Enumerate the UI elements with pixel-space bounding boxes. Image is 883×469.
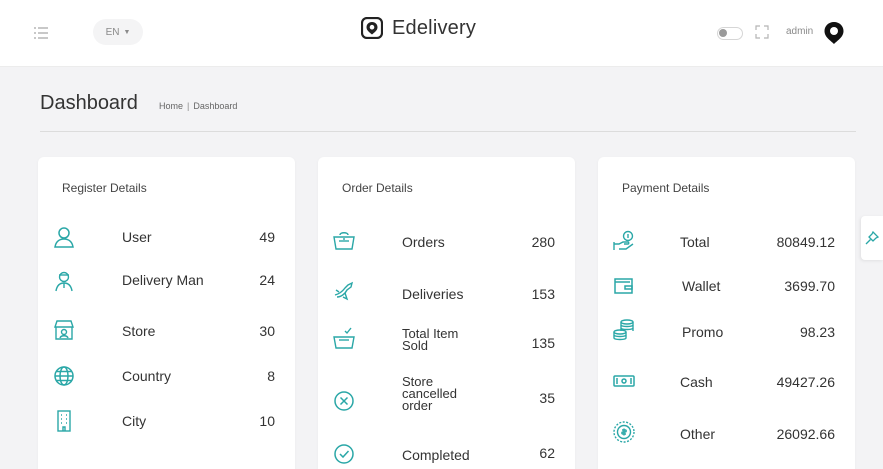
breadcrumb: Home | Dashboard	[159, 101, 237, 111]
hamburger-menu-icon	[34, 27, 48, 39]
row-label: Other	[680, 426, 716, 442]
brand-logo: Edelivery	[361, 12, 476, 44]
banknote-icon	[612, 369, 636, 393]
breadcrumb-separator: |	[187, 101, 190, 111]
row-value: 10	[259, 413, 275, 429]
row-label: Deliveries	[402, 286, 464, 302]
row-value: 24	[259, 272, 275, 288]
money-hand-icon	[612, 229, 636, 253]
register-details-card: Register Details User 49 Delivery Man 24…	[38, 157, 295, 469]
cancel-circle-icon	[332, 389, 356, 413]
avatar[interactable]	[818, 17, 850, 49]
row-value: 62	[539, 445, 555, 461]
wallet-icon	[612, 274, 636, 298]
row-label: Total Item Sold	[402, 327, 458, 353]
row-value: 135	[531, 335, 555, 351]
row-value: 98.23	[799, 324, 835, 340]
fullscreen-button[interactable]	[754, 24, 770, 40]
basket-check-icon	[332, 326, 356, 350]
brand-name: Edelivery	[392, 16, 477, 39]
row-label: Delivery Man	[122, 272, 204, 288]
card-title: Register Details	[62, 181, 147, 195]
toggle-knob	[719, 29, 727, 37]
card-title: Order Details	[342, 181, 413, 195]
building-icon	[52, 409, 76, 433]
payment-details-card: Payment Details Total 80849.12 Wallet 36…	[598, 157, 855, 469]
row-value: 35	[539, 390, 555, 406]
top-navbar: EN ▼ Edelivery admin	[0, 0, 883, 67]
user-icon	[52, 225, 76, 249]
row-value: 3699.70	[784, 278, 835, 294]
row-label: Total	[680, 234, 710, 250]
row-value: 26092.66	[776, 426, 835, 442]
edelivery-logo-icon	[361, 17, 383, 39]
expand-icon	[755, 25, 769, 39]
order-details-card: Order Details Orders 280 Deliveries 153 …	[318, 157, 575, 469]
row-value: 280	[531, 234, 555, 250]
check-circle-icon	[332, 442, 356, 466]
chevron-down-icon: ▼	[123, 28, 131, 36]
coin-icon	[612, 420, 636, 444]
row-value: 49427.26	[776, 374, 835, 390]
card-title: Payment Details	[622, 181, 710, 195]
row-label: Store	[122, 323, 156, 339]
pin-icon	[865, 231, 879, 245]
row-label: Completed	[402, 447, 470, 463]
basket-icon	[332, 229, 356, 253]
globe-icon	[52, 364, 76, 388]
row-label: User	[122, 229, 152, 245]
delivery-bird-icon	[332, 279, 356, 303]
row-value: 153	[531, 286, 555, 302]
breadcrumb-current: Dashboard	[193, 101, 238, 111]
row-label-line: Sold	[402, 338, 429, 353]
avatar-logo-icon	[819, 18, 849, 48]
row-value: 49	[259, 229, 275, 245]
theme-toggle-switch[interactable]	[717, 27, 743, 40]
row-label: Promo	[682, 324, 724, 340]
language-value: EN	[105, 26, 120, 38]
breadcrumb-home-link[interactable]: Home	[159, 101, 183, 111]
delivery-man-icon	[52, 269, 76, 293]
menu-toggle-button[interactable]	[32, 24, 54, 42]
row-label: City	[122, 413, 147, 429]
row-value: 8	[267, 368, 275, 384]
row-label: Cash	[680, 374, 713, 390]
user-name[interactable]: admin	[786, 26, 813, 37]
row-value: 80849.12	[776, 234, 835, 250]
row-label: Wallet	[682, 278, 721, 294]
settings-pin-button[interactable]	[861, 216, 883, 260]
language-select[interactable]: EN ▼	[93, 19, 143, 45]
row-value: 30	[259, 323, 275, 339]
coins-stack-icon	[612, 318, 636, 342]
row-label: Country	[122, 368, 172, 384]
page-title: Dashboard	[40, 92, 138, 114]
row-label: Orders	[402, 234, 445, 250]
header-divider	[40, 131, 856, 132]
row-label-line: order	[402, 398, 433, 413]
row-label: Store cancelled order	[402, 375, 457, 413]
store-icon	[52, 318, 76, 342]
